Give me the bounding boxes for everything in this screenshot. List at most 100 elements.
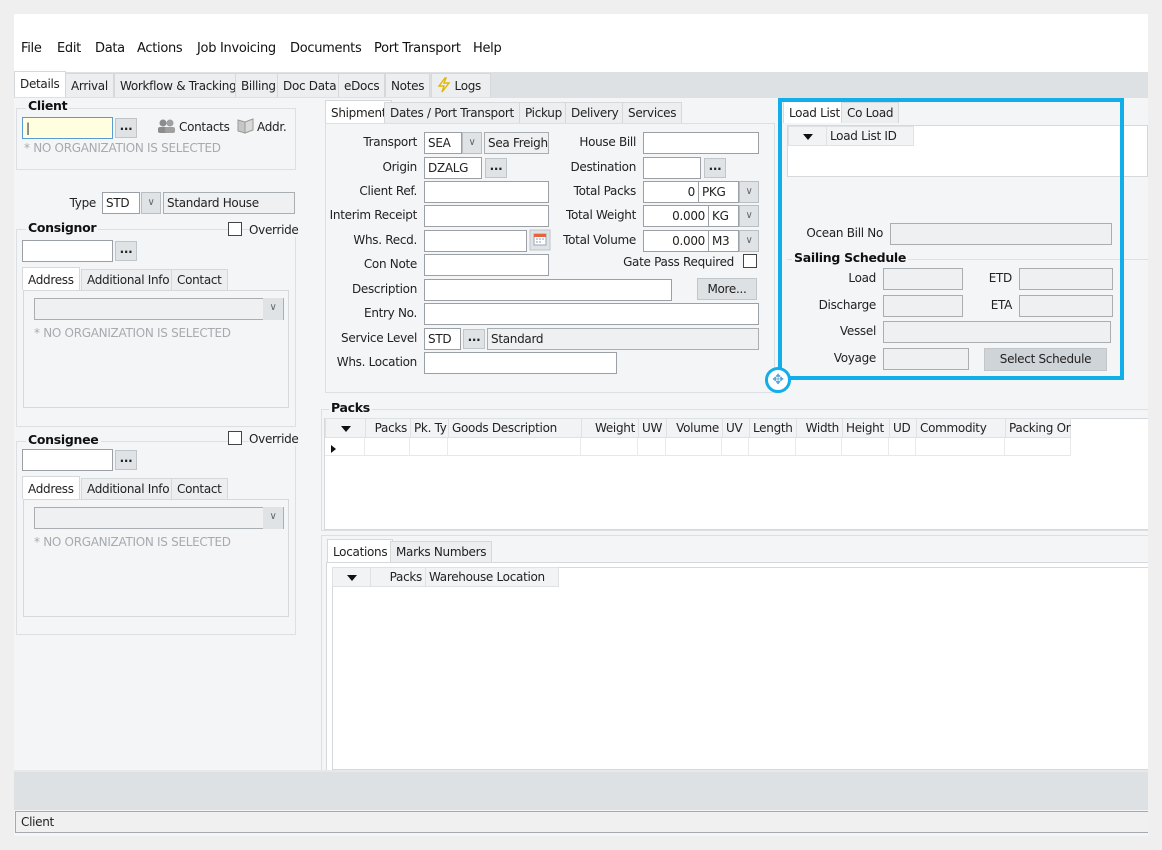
service-level-code-input[interactable]: STD bbox=[424, 328, 461, 350]
client-ref-input[interactable] bbox=[424, 181, 549, 203]
tab-notes[interactable]: Notes bbox=[385, 73, 431, 97]
total-volume-input[interactable]: 0.000 bbox=[643, 230, 709, 252]
gate-pass-checkbox[interactable] bbox=[743, 254, 757, 268]
type-code-input[interactable]: STD bbox=[102, 192, 140, 214]
column-chooser-button[interactable] bbox=[326, 419, 366, 437]
column-pack-type[interactable]: Pk. Ty bbox=[411, 419, 449, 437]
menu-file[interactable]: File bbox=[21, 41, 42, 56]
packs-new-row[interactable] bbox=[325, 438, 1071, 456]
consignee-lookup-button[interactable]: ... bbox=[115, 450, 137, 470]
whs-location-input[interactable] bbox=[424, 352, 617, 374]
cell[interactable] bbox=[448, 438, 581, 456]
tab-billing[interactable]: Billing bbox=[235, 73, 282, 97]
consignor-tab-address[interactable]: Address bbox=[22, 267, 80, 290]
addr-link[interactable]: Addr. bbox=[257, 120, 287, 134]
consignor-address-select[interactable] bbox=[34, 298, 284, 320]
consignor-tab-additional-info[interactable]: Additional Info bbox=[81, 269, 176, 290]
total-packs-unit[interactable]: PKG bbox=[699, 181, 739, 203]
consignor-lookup-button[interactable]: ... bbox=[115, 241, 137, 261]
client-input[interactable]: | bbox=[22, 117, 113, 139]
column-weight[interactable]: Weight bbox=[582, 419, 639, 437]
tab-dates-port-transport[interactable]: Dates / Port Transport bbox=[384, 102, 520, 123]
contacts-icon[interactable] bbox=[157, 118, 177, 134]
cell[interactable] bbox=[638, 438, 666, 456]
column-length[interactable]: Length bbox=[750, 419, 797, 437]
origin-input[interactable]: DZALG bbox=[424, 157, 482, 179]
consignee-override-checkbox[interactable] bbox=[228, 431, 242, 445]
consignee-tab-address[interactable]: Address bbox=[22, 476, 80, 499]
consignor-address-dropdown[interactable]: ∨ bbox=[263, 298, 283, 320]
menu-data[interactable]: Data bbox=[95, 41, 125, 56]
consignor-override-checkbox[interactable] bbox=[228, 222, 242, 236]
total-packs-input[interactable]: 0 bbox=[643, 181, 699, 203]
cell[interactable] bbox=[581, 438, 638, 456]
cell[interactable] bbox=[889, 438, 916, 456]
menu-edit[interactable]: Edit bbox=[57, 41, 81, 56]
client-lookup-button[interactable]: ... bbox=[115, 118, 137, 138]
consignee-address-select[interactable] bbox=[34, 507, 284, 529]
consignee-input[interactable] bbox=[22, 449, 113, 471]
interim-receipt-input[interactable] bbox=[424, 205, 549, 227]
tab-pickup[interactable]: Pickup bbox=[519, 102, 568, 123]
entry-no-input[interactable] bbox=[424, 303, 759, 325]
tab-edocs[interactable]: eDocs bbox=[338, 73, 386, 97]
menu-job-invoicing[interactable]: Job Invoicing bbox=[197, 41, 276, 56]
consignor-tab-contact[interactable]: Contact bbox=[171, 269, 228, 290]
total-weight-unit-dropdown[interactable]: ∨ bbox=[739, 205, 759, 227]
consignee-tab-contact[interactable]: Contact bbox=[171, 478, 228, 499]
tab-marks-numbers[interactable]: Marks Numbers bbox=[390, 541, 493, 562]
tab-locations[interactable]: Locations bbox=[327, 539, 394, 562]
column-packs[interactable]: Packs bbox=[371, 568, 426, 586]
column-volume[interactable]: Volume bbox=[667, 419, 723, 437]
whs-recd-input[interactable] bbox=[424, 230, 527, 252]
cell[interactable] bbox=[796, 438, 842, 456]
tab-logs[interactable]: Logs bbox=[431, 73, 491, 97]
transport-code-input[interactable]: SEA bbox=[424, 132, 462, 154]
total-volume-unit[interactable]: M3 bbox=[709, 230, 739, 252]
column-ud[interactable]: UD bbox=[890, 419, 917, 437]
column-packs[interactable]: Packs bbox=[366, 419, 411, 437]
column-width[interactable]: Width bbox=[797, 419, 843, 437]
column-uv[interactable]: UV bbox=[723, 419, 750, 437]
menu-port-transport[interactable]: Port Transport bbox=[374, 41, 461, 56]
cell[interactable] bbox=[749, 438, 796, 456]
cell[interactable] bbox=[365, 438, 410, 456]
column-warehouse-location[interactable]: Warehouse Location bbox=[426, 568, 560, 586]
origin-lookup-button[interactable]: ... bbox=[485, 158, 507, 178]
cell[interactable] bbox=[842, 438, 889, 456]
move-handle-icon[interactable]: ✥ bbox=[765, 367, 791, 393]
calendar-icon[interactable] bbox=[529, 229, 551, 251]
cell[interactable] bbox=[1005, 438, 1071, 456]
cell[interactable] bbox=[916, 438, 1005, 456]
column-commodity[interactable]: Commodity bbox=[917, 419, 1006, 437]
menu-help[interactable]: Help bbox=[473, 41, 502, 56]
tab-services[interactable]: Services bbox=[622, 102, 683, 123]
menu-documents[interactable]: Documents bbox=[290, 41, 362, 56]
destination-input[interactable] bbox=[643, 157, 701, 179]
total-packs-unit-dropdown[interactable]: ∨ bbox=[739, 181, 759, 203]
total-volume-unit-dropdown[interactable]: ∨ bbox=[739, 230, 759, 252]
tab-shipment[interactable]: Shipment bbox=[325, 100, 393, 123]
more-button[interactable]: More... bbox=[697, 278, 757, 300]
total-weight-unit[interactable]: KG bbox=[709, 205, 739, 227]
cell[interactable] bbox=[722, 438, 749, 456]
tab-workflow-tracking[interactable]: Workflow & Tracking bbox=[114, 73, 243, 97]
service-level-lookup-button[interactable]: ... bbox=[463, 329, 485, 349]
total-weight-input[interactable]: 0.000 bbox=[643, 205, 709, 227]
address-book-icon[interactable] bbox=[236, 117, 256, 135]
tab-delivery[interactable]: Delivery bbox=[565, 102, 625, 123]
con-note-input[interactable] bbox=[424, 254, 549, 276]
tab-doc-data[interactable]: Doc Data bbox=[277, 73, 343, 97]
cell[interactable] bbox=[666, 438, 722, 456]
column-goods-description[interactable]: Goods Description bbox=[449, 419, 582, 437]
column-chooser-button[interactable] bbox=[333, 568, 371, 586]
column-height[interactable]: Height bbox=[843, 419, 890, 437]
type-dropdown-button[interactable]: ∨ bbox=[141, 192, 161, 214]
consignor-input[interactable] bbox=[22, 240, 113, 262]
consignee-tab-additional-info[interactable]: Additional Info bbox=[81, 478, 176, 499]
cell[interactable] bbox=[410, 438, 448, 456]
house-bill-input[interactable] bbox=[643, 132, 759, 154]
consignee-address-dropdown[interactable]: ∨ bbox=[263, 507, 283, 529]
transport-dropdown-button[interactable]: ∨ bbox=[462, 132, 482, 154]
destination-lookup-button[interactable]: ... bbox=[704, 158, 726, 178]
